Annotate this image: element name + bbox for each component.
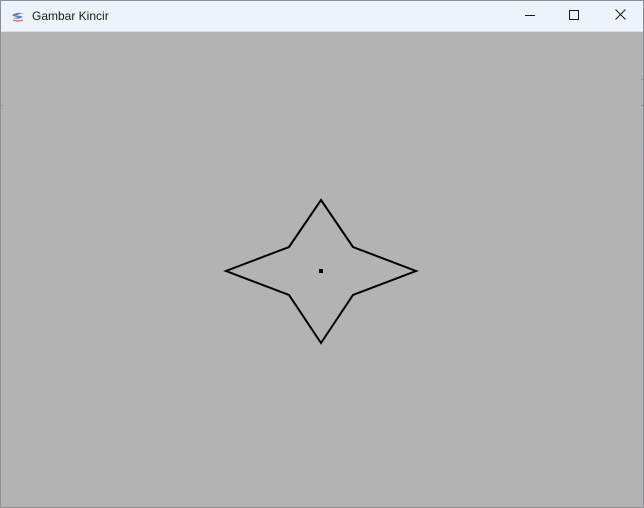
title-bar[interactable]: Gambar Kincir (1, 1, 643, 32)
maximize-button[interactable] (551, 1, 597, 31)
drawing-canvas[interactable] (1, 32, 643, 507)
center-point-marker (319, 269, 323, 273)
windmill-drawing (223, 198, 419, 345)
close-icon (614, 7, 626, 25)
minimize-button[interactable] (507, 1, 553, 31)
edge-marker (1, 105, 3, 106)
minimize-icon (525, 7, 535, 25)
close-button[interactable] (597, 1, 643, 31)
java-cup-icon (10, 9, 26, 23)
app-window: Gambar Kincir (0, 0, 644, 508)
maximize-icon (569, 7, 579, 25)
window-title: Gambar Kincir (32, 9, 109, 23)
